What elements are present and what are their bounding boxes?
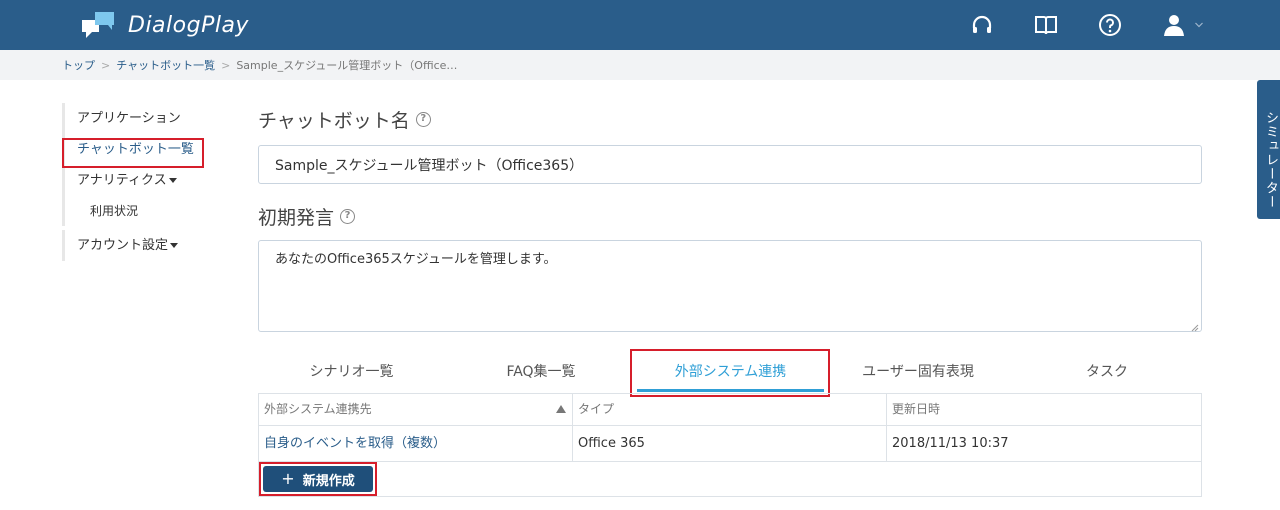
sidebar-item-label: 利用状況 [90,204,139,218]
breadcrumb-current: Sample_スケジュール管理ボット（Office… [236,59,458,72]
column-header-type[interactable]: タイプ [573,394,887,425]
book-icon[interactable] [1034,13,1058,37]
highlight-box-tab [630,349,830,397]
column-header-destination[interactable]: 外部システム連携先 [259,394,573,425]
chatbot-name-label-text: チャットボット名 [258,110,410,132]
highlight-box-sidebar [62,138,204,168]
app-name: DialogPlay [128,12,249,38]
chatbot-name-label: チャットボット名 ? [258,106,431,133]
column-header-label: 外部システム連携先 [264,402,372,416]
greeting-label-text: 初期発言 [258,207,335,229]
help-icon[interactable]: ? [340,209,356,224]
sidebar-item-label: アプリケーション [77,111,181,126]
tab-task[interactable]: タスク [1012,352,1202,392]
tab-faq-list[interactable]: FAQ集一覧 [445,352,637,392]
sidebar-item-applications[interactable]: アプリケーション [62,103,222,134]
tab-scenario-list[interactable]: シナリオ一覧 [258,352,445,392]
column-header-updated[interactable]: 更新日時 [887,394,1201,425]
breadcrumb-chatbot-list-link[interactable]: チャットボット一覧 [116,57,215,73]
caret-down-icon [170,243,179,248]
help-circle-icon[interactable] [1098,13,1122,37]
greeting-textarea[interactable]: あなたのOffice365スケジュールを管理します。 [258,240,1202,332]
sidebar-item-usage[interactable]: 利用状況 [62,196,222,226]
help-icon[interactable]: ? [415,112,431,127]
breadcrumb: トップ > チャットボット一覧 > Sample_スケジュール管理ボット（Off… [0,50,1280,80]
simulator-side-tab[interactable]: シミュレーター [1257,80,1280,219]
sidebar-item-label: アナリティクス [77,173,167,188]
top-header: DialogPlay [0,0,1280,50]
sidebar-nav: アプリケーション チャットボット一覧 アナリティクス 利用状況 アカウント設定 [62,103,222,261]
sidebar-item-label: アカウント設定 [77,238,169,253]
sidebar-item-analytics[interactable]: アナリティクス [62,165,222,196]
table-cell-destination-link[interactable]: 自身のイベントを取得（複数） [259,426,573,461]
tab-user-entity[interactable]: ユーザー固有表現 [824,352,1012,392]
resize-grip-icon[interactable] [1191,321,1199,332]
external-system-table: 外部システム連携先 タイプ 更新日時 自身のイベントを取得（複数） Office… [258,393,1202,497]
sort-ascending-icon[interactable] [556,405,566,413]
table-cell-type: Office 365 [573,426,887,461]
breadcrumb-separator: > [101,58,111,72]
column-header-label: 更新日時 [892,402,941,416]
greeting-label: 初期発言 ? [258,203,356,230]
user-icon[interactable] [1162,13,1186,37]
caret-down-icon [168,178,177,183]
headset-icon[interactable] [970,13,994,37]
highlight-box-button [259,462,377,496]
breadcrumb-separator: > [221,58,231,72]
chatbot-name-input[interactable]: Sample_スケジュール管理ボット（Office365） [258,145,1202,184]
greeting-value: あなたのOffice365スケジュールを管理します。 [275,252,557,267]
chat-bubbles-icon [80,10,120,40]
sidebar-item-account-settings[interactable]: アカウント設定 [62,230,222,261]
chevron-down-icon[interactable] [1195,20,1203,31]
chatbot-name-value: Sample_スケジュール管理ボット（Office365） [275,157,584,174]
app-logo[interactable]: DialogPlay [80,10,249,40]
column-header-label: タイプ [578,402,615,416]
table-cell-updated: 2018/11/13 10:37 [892,436,1009,451]
breadcrumb-top-link[interactable]: トップ [62,57,95,73]
